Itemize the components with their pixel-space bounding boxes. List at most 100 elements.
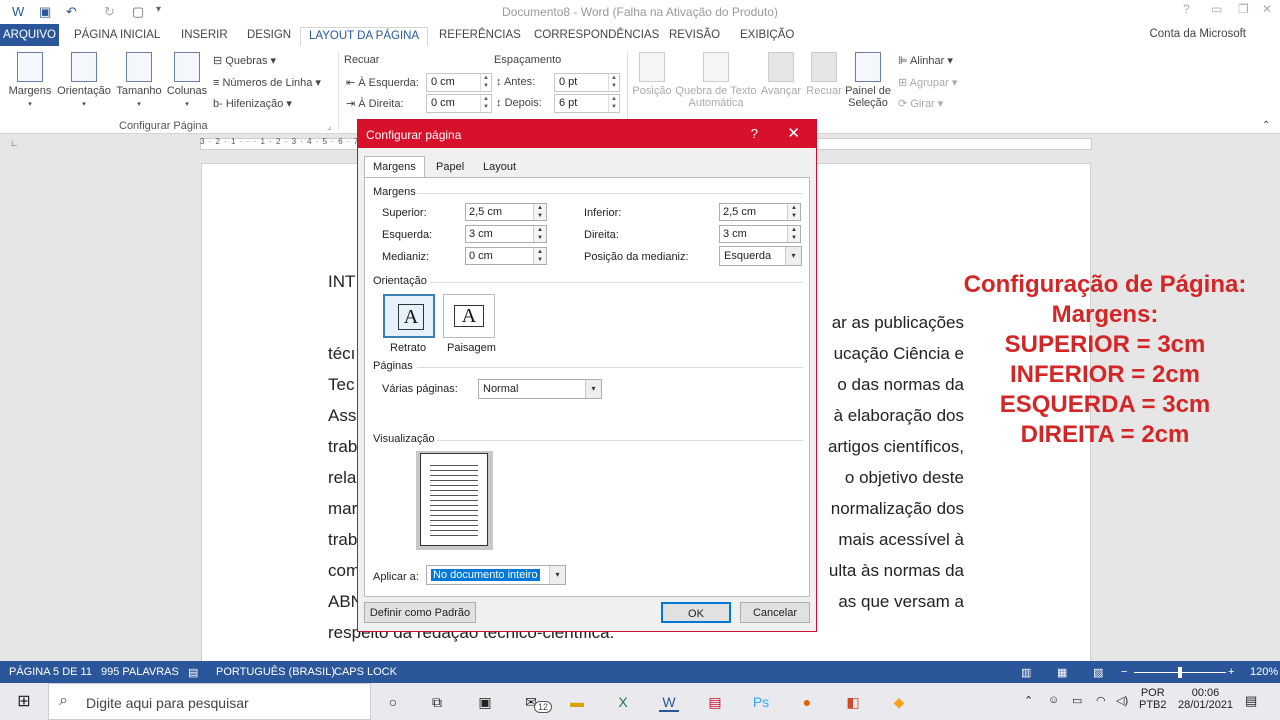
tab-layout[interactable]: Layout: [475, 157, 524, 178]
colunas-button[interactable]: Colunas ▾: [165, 52, 209, 109]
agrupar-button[interactable]: ⊞ Agrupar ▾: [898, 76, 957, 89]
dialog-close-icon[interactable]: ✕: [787, 124, 800, 142]
excel-icon[interactable]: X: [613, 692, 633, 712]
inferior-label: Inferior:: [584, 207, 622, 219]
tab-exibicao[interactable]: EXIBIÇÃO: [740, 27, 794, 46]
language-status[interactable]: PORTUGUÊS (BRASIL): [216, 666, 335, 678]
quebras-button[interactable]: ⊟ Quebras ▾: [213, 54, 276, 67]
collapse-ribbon-icon[interactable]: ⌃: [1262, 120, 1270, 131]
varias-paginas-select[interactable]: Normal ▾: [478, 379, 602, 399]
inferior-input[interactable]: 2,5 cm ▲ ▼: [719, 203, 801, 221]
spacing-after-input[interactable]: 6 pt ▲ ▼: [554, 94, 620, 113]
ok-button[interactable]: OK: [661, 602, 731, 623]
paisagem-button[interactable]: A: [443, 294, 495, 338]
dialog-launcher-icon[interactable]: ⌟: [327, 121, 331, 132]
store-icon[interactable]: ▣: [475, 692, 495, 712]
help-icon[interactable]: ?: [1183, 2, 1190, 16]
alinhar-button[interactable]: ⊫ Alinhar ▾: [898, 54, 953, 67]
hifenizacao-button[interactable]: b‑ Hifenização ▾: [213, 97, 292, 110]
spacing-after-icon: ↕: [496, 97, 502, 109]
spacing-before-icon: ↕: [496, 76, 502, 88]
start-windows-icon[interactable]: ⊞: [14, 692, 34, 712]
spacing-after-label: ↕ Depois:: [496, 97, 542, 109]
dialog-title-bar[interactable]: Configurar página ? ✕: [358, 120, 816, 148]
tab-design[interactable]: DESIGN: [247, 27, 291, 46]
battery-icon[interactable]: ▭: [1072, 694, 1082, 707]
people-icon[interactable]: ☺: [1048, 694, 1059, 706]
firefox-icon[interactable]: ●: [797, 692, 817, 712]
file-explorer-icon[interactable]: ▬: [567, 692, 587, 712]
read-mode-icon[interactable]: ▥: [1021, 666, 1031, 679]
web-layout-icon[interactable]: ▧: [1093, 666, 1103, 679]
page-preview: [420, 453, 488, 546]
photoshop-icon[interactable]: Ps: [751, 692, 771, 712]
tamanho-button[interactable]: Tamanho ▾: [115, 52, 163, 109]
presentation-icon[interactable]: ◧: [843, 692, 863, 712]
account-menu[interactable]: Conta da Microsoft: [1149, 28, 1246, 40]
proofing-icon[interactable]: ▤: [188, 666, 198, 679]
tab-papel[interactable]: Papel: [428, 157, 472, 178]
word-taskbar-icon[interactable]: W: [659, 692, 679, 712]
ribbon-display-icon[interactable]: ▭: [1211, 2, 1222, 16]
tab-referencias[interactable]: REFERÊNCIAS: [439, 27, 521, 46]
tab-arquivo[interactable]: ARQUIVO: [0, 24, 59, 46]
spacing-before-input[interactable]: 0 pt ▲ ▼: [554, 73, 620, 92]
window-title: Documento8 - Word (Falha na Ativação do …: [502, 5, 778, 19]
esquerda-label: Esquerda:: [382, 229, 433, 241]
zoom-out-icon[interactable]: −: [1121, 666, 1127, 678]
medianiz-input[interactable]: 0 cm ▲ ▼: [465, 247, 547, 265]
tab-revisao[interactable]: REVISÃO: [669, 27, 720, 46]
cortana-icon[interactable]: ○: [383, 692, 403, 712]
pdf-icon[interactable]: ▤: [705, 692, 725, 712]
margens-button[interactable]: Margens ▾: [8, 52, 52, 109]
cancelar-button[interactable]: Cancelar: [740, 602, 810, 623]
definir-padrao-button[interactable]: Definir como Padrão: [364, 602, 476, 623]
spacing-before-label: ↕ Antes:: [496, 76, 536, 88]
tab-layout-da-pagina[interactable]: LAYOUT DA PÁGINA: [300, 27, 429, 46]
page-count[interactable]: PÁGINA 5 DE 11: [9, 666, 92, 678]
zoom-slider-thumb[interactable]: [1178, 667, 1182, 678]
posicao-button[interactable]: Posição: [631, 52, 673, 97]
taskbar-search[interactable]: ⌕ Digite aqui para pesquisar: [48, 683, 371, 720]
print-layout-icon[interactable]: ▦: [1057, 666, 1067, 679]
dialog-title: Configurar página: [366, 128, 462, 142]
input-language[interactable]: POR PTB2: [1139, 687, 1167, 711]
orientacao-button[interactable]: Orientação ▾: [56, 52, 112, 109]
aplicar-select[interactable]: No documento inteiro ▾: [426, 565, 566, 585]
zoom-level[interactable]: 120%: [1250, 666, 1278, 678]
page-setup-dialog: Configurar página ? ✕ Margens Papel Layo…: [357, 119, 817, 632]
superior-input[interactable]: 2,5 cm ▲ ▼: [465, 203, 547, 221]
tab-inserir[interactable]: INSERIR: [181, 27, 228, 46]
recuar-obj-button[interactable]: Recuar: [805, 52, 843, 97]
volume-icon[interactable]: ◁): [1116, 694, 1128, 707]
tab-margens[interactable]: Margens: [364, 156, 425, 178]
zoom-in-icon[interactable]: +: [1228, 666, 1234, 678]
posicao-medianiz-select[interactable]: Esquerda ▾: [719, 246, 802, 266]
retrato-button[interactable]: A: [383, 294, 435, 338]
restore-icon[interactable]: ❐: [1238, 2, 1249, 16]
tab-correspondencias[interactable]: CORRESPONDÊNCIAS: [534, 27, 659, 46]
painel-selecao-button[interactable]: Painel de Seleção: [845, 52, 891, 109]
quebra-texto-button[interactable]: Quebra de Texto Automática: [675, 52, 757, 109]
clock[interactable]: 00:06 28/01/2021: [1178, 687, 1233, 711]
esquerda-input[interactable]: 3 cm ▲ ▼: [465, 225, 547, 243]
app-orange-icon[interactable]: ◆: [889, 692, 909, 712]
direita-input[interactable]: 3 cm ▲ ▼: [719, 225, 801, 243]
word-count[interactable]: 995 PALAVRAS: [101, 666, 179, 678]
group-configurar-pagina: Configurar Página: [119, 120, 208, 132]
avancar-button[interactable]: Avançar: [760, 52, 802, 97]
girar-button[interactable]: ⟳ Girar ▾: [898, 97, 943, 110]
tab-selector-icon[interactable]: ∟: [10, 138, 19, 148]
indent-right-input[interactable]: 0 cm ▲ ▼: [426, 94, 492, 113]
tray-chevron-icon[interactable]: ⌃: [1024, 694, 1033, 707]
numeros-linha-button[interactable]: ≡ Números de Linha ▾: [213, 76, 321, 89]
doc-line-left: Ass: [328, 406, 357, 425]
close-window-icon[interactable]: ✕: [1262, 2, 1272, 16]
columns-icon: [174, 52, 200, 82]
notifications-icon[interactable]: ▤: [1245, 693, 1257, 709]
wifi-icon[interactable]: ◠: [1096, 694, 1106, 707]
task-view-icon[interactable]: ⧉: [427, 692, 447, 712]
tab-pagina-inicial[interactable]: PÁGINA INICIAL: [74, 27, 160, 46]
dialog-help-icon[interactable]: ?: [751, 126, 758, 141]
indent-left-input[interactable]: 0 cm ▲ ▼: [426, 73, 492, 92]
